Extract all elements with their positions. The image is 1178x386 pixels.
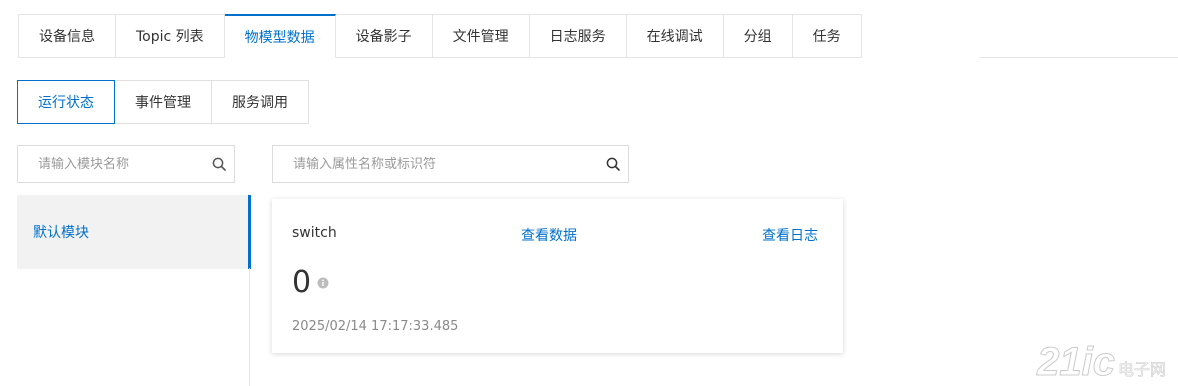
module-list-divider — [249, 268, 250, 386]
property-search-box — [272, 145, 629, 183]
subtab-running-status[interactable]: 运行状态 — [17, 80, 115, 124]
property-search-input[interactable] — [273, 146, 598, 182]
main-tab-bar: 设备信息 Topic 列表 物模型数据 设备影子 文件管理 日志服务 在线调试 … — [18, 14, 862, 58]
tab-log-service[interactable]: 日志服务 — [529, 14, 627, 58]
tab-online-debug[interactable]: 在线调试 — [626, 14, 724, 58]
tab-topic-list[interactable]: Topic 列表 — [116, 14, 225, 58]
info-icon[interactable] — [317, 277, 329, 289]
tab-bar-divider — [979, 57, 1178, 58]
module-search-input[interactable] — [18, 146, 204, 182]
view-data-link[interactable]: 查看数据 — [521, 225, 577, 245]
sub-tab-bar: 运行状态 事件管理 服务调用 — [17, 80, 309, 124]
module-list: 默认模块 — [17, 195, 251, 386]
view-log-link[interactable]: 查看日志 — [762, 225, 818, 245]
watermark-subtitle: 电子网 — [1117, 360, 1167, 379]
property-value: 0 — [292, 265, 312, 300]
tab-thing-model-data[interactable]: 物模型数据 — [224, 14, 336, 58]
property-value-row: 0 — [292, 265, 329, 300]
property-name: switch — [292, 225, 337, 241]
search-icon[interactable] — [598, 146, 628, 182]
tab-group[interactable]: 分组 — [723, 14, 793, 58]
watermark-brand: 21ic — [1037, 340, 1116, 384]
watermark: 21ic 电子网 — [1037, 340, 1167, 384]
search-icon[interactable] — [204, 146, 234, 182]
subtab-event-management[interactable]: 事件管理 — [115, 80, 212, 124]
module-search-box — [17, 145, 235, 183]
property-timestamp: 2025/02/14 17:17:33.485 — [292, 319, 459, 334]
property-card: switch 查看数据 查看日志 0 2025/02/14 17:17:33.4… — [272, 199, 843, 353]
module-item-default[interactable]: 默认模块 — [17, 195, 251, 269]
tab-task[interactable]: 任务 — [792, 14, 862, 58]
tab-device-shadow[interactable]: 设备影子 — [335, 14, 433, 58]
tab-device-info[interactable]: 设备信息 — [18, 14, 116, 58]
subtab-service-call[interactable]: 服务调用 — [212, 80, 309, 124]
tab-file-management[interactable]: 文件管理 — [432, 14, 530, 58]
